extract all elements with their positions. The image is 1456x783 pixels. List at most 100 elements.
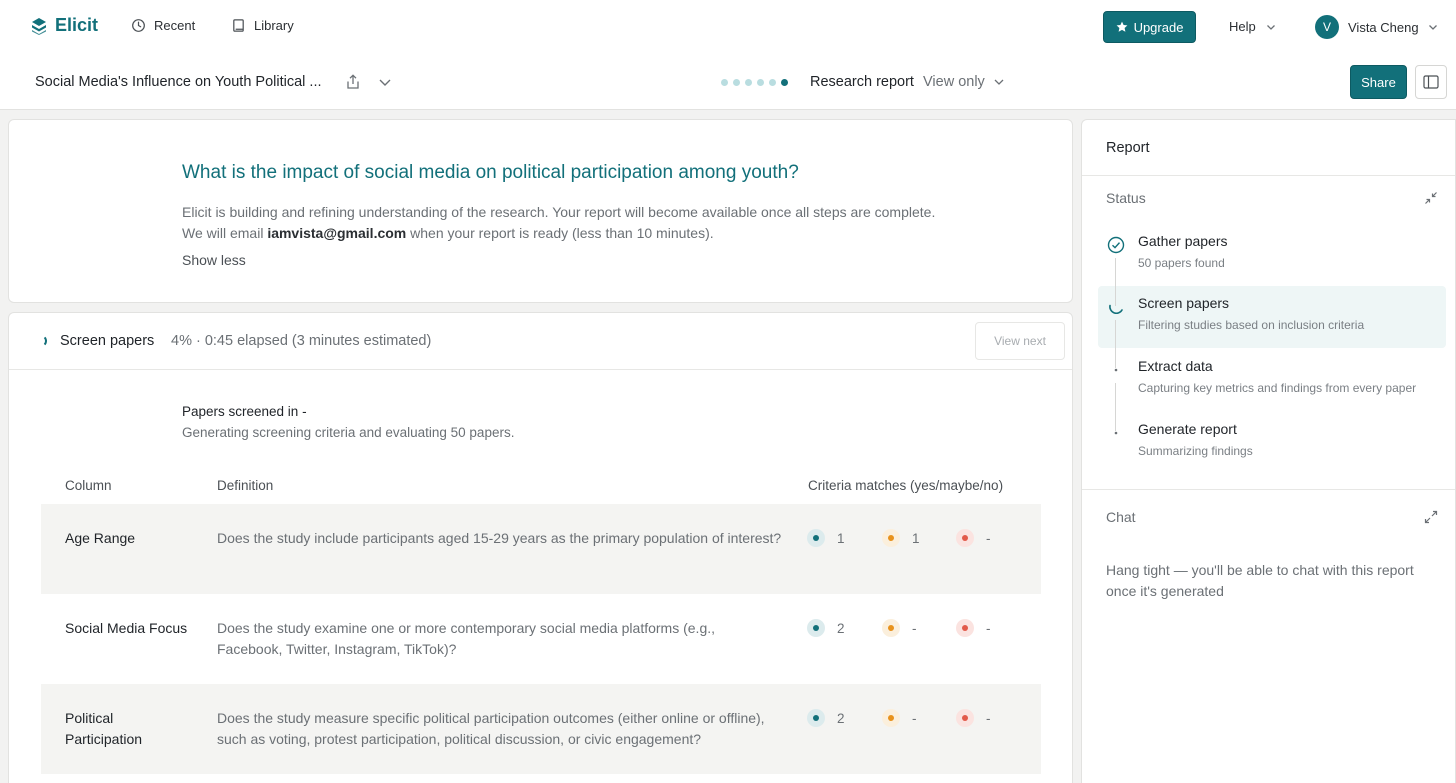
row-definition: Does the study examine one or more conte… — [217, 620, 716, 657]
help-menu[interactable]: Help — [1229, 19, 1276, 34]
loading-spinner-icon — [35, 335, 47, 347]
row-definition: Does the study include participants aged… — [217, 530, 782, 546]
nav-library-label: Library — [254, 18, 294, 33]
no-dot-icon — [956, 619, 974, 637]
brand-name: Elicit — [55, 15, 99, 35]
progress-dot — [721, 79, 728, 86]
match-maybe-count: - — [912, 620, 917, 636]
progress-dot — [781, 79, 788, 86]
share-button[interactable]: Share — [1350, 65, 1407, 99]
match-yes: 1 — [807, 529, 845, 547]
document-title[interactable]: Social Media's Influence on Youth Politi… — [35, 74, 322, 90]
match-no-count: - — [986, 710, 991, 726]
user-name: Vista Cheng — [1348, 19, 1419, 35]
panel-title: Report — [1106, 140, 1150, 156]
user-menu[interactable]: V Vista Cheng — [1315, 15, 1438, 39]
match-maybe: 1 — [882, 529, 920, 547]
match-yes: 2 — [807, 619, 845, 637]
chevron-down-icon[interactable] — [376, 73, 394, 91]
step-title: Extract data — [1138, 358, 1213, 374]
share-upload-icon[interactable] — [344, 73, 362, 91]
chevron-down-icon — [1266, 24, 1275, 30]
access-label: View only — [923, 74, 985, 90]
screen-papers-card: Screen papers 4% · 0:45 elapsed (3 minut… — [8, 312, 1073, 783]
chevron-down-icon — [994, 79, 1004, 85]
report-side-panel: Report Status Gather papers 50 papers fo… — [1081, 119, 1456, 783]
status-section-label: Status — [1106, 190, 1146, 206]
nav-recent-label: Recent — [154, 18, 196, 33]
progress-dot — [745, 79, 752, 86]
table-row[interactable]: Political Participation Does the study m… — [41, 684, 1041, 774]
step-connector — [1115, 258, 1116, 306]
screen-papers-header: Screen papers 4% · 0:45 elapsed (3 minut… — [9, 313, 1072, 370]
panel-toggle-button[interactable] — [1415, 65, 1447, 99]
user-email: iamvista@gmail.com — [267, 225, 407, 241]
step-gather-papers[interactable]: Gather papers 50 papers found — [1098, 224, 1446, 286]
table-row[interactable]: Age Range Does the study include partici… — [41, 504, 1041, 594]
divider — [1082, 489, 1455, 490]
match-no: - — [956, 619, 991, 637]
report-type-label: Research report — [810, 74, 914, 90]
nav-library[interactable]: Library — [231, 18, 294, 33]
progress-dot — [757, 79, 764, 86]
match-yes-count: 2 — [837, 620, 845, 636]
yes-dot-icon — [807, 709, 825, 727]
match-yes-count: 1 — [837, 530, 845, 546]
match-maybe: - — [882, 619, 917, 637]
elicit-logo-icon — [32, 17, 46, 35]
report-progress-dots — [721, 79, 788, 86]
step-title: Gather papers — [1138, 233, 1228, 249]
papers-screened-label: Papers screened in - — [182, 404, 307, 419]
view-next-button[interactable]: View next — [975, 322, 1065, 360]
chat-placeholder-text: Hang tight — you'll be able to chat with… — [1106, 562, 1414, 599]
collapse-icon[interactable] — [1424, 191, 1438, 205]
progress-dot — [733, 79, 740, 86]
top-nav: Elicit Recent Library Upgrade Help V Vis… — [0, 0, 1456, 54]
screen-papers-progress: 4% · 0:45 elapsed (3 minutes estimated) — [171, 333, 432, 349]
progress-dot — [769, 79, 776, 86]
expand-icon[interactable] — [1424, 510, 1438, 524]
document-toolbar: Social Media's Influence on Youth Politi… — [0, 54, 1456, 110]
chevron-down-icon — [1428, 25, 1437, 30]
check-circle-icon — [1107, 236, 1125, 254]
no-dot-icon — [956, 529, 974, 547]
header-definition: Definition — [217, 478, 274, 493]
research-question: What is the impact of social media on po… — [182, 162, 799, 183]
match-yes: 2 — [807, 709, 845, 727]
access-dropdown[interactable]: View only — [923, 74, 1005, 90]
elicit-logo[interactable]: Elicit — [30, 15, 98, 36]
step-extract-data[interactable]: Extract data Capturing key metrics and f… — [1098, 349, 1446, 411]
maybe-dot-icon — [882, 619, 900, 637]
loading-spinner-icon — [1109, 304, 1123, 314]
desc-after: when your report is ready (less than 10 … — [406, 225, 714, 241]
show-less-link[interactable]: Show less — [182, 252, 246, 268]
step-generate-report[interactable]: Generate report Summarizing findings — [1098, 412, 1446, 474]
upgrade-button[interactable]: Upgrade — [1103, 11, 1196, 43]
header-column: Column — [65, 478, 112, 493]
papers-screened-sub: Generating screening criteria and evalua… — [182, 425, 515, 440]
yes-dot-icon — [807, 529, 825, 547]
avatar: V — [1315, 15, 1339, 39]
book-icon — [233, 19, 244, 32]
row-column-name: Social Media Focus — [65, 620, 188, 636]
nav-recent[interactable]: Recent — [131, 18, 195, 33]
pending-dot-icon — [1114, 431, 1118, 435]
match-yes-count: 2 — [837, 710, 845, 726]
step-subtitle: Filtering studies based on inclusion cri… — [1138, 318, 1365, 332]
match-no-count: - — [986, 530, 991, 546]
step-connector — [1115, 320, 1116, 368]
table-row[interactable]: Social Media Focus Does the study examin… — [41, 594, 1041, 684]
step-title: Generate report — [1138, 421, 1237, 437]
no-dot-icon — [956, 709, 974, 727]
step-subtitle: Capturing key metrics and findings from … — [1138, 381, 1417, 395]
clock-icon — [132, 19, 145, 32]
match-maybe-count: - — [912, 710, 917, 726]
match-no-count: - — [986, 620, 991, 636]
yes-dot-icon — [807, 619, 825, 637]
question-card: What is the impact of social media on po… — [8, 119, 1073, 303]
sidebar-panel-icon — [1423, 75, 1439, 89]
help-label: Help — [1229, 19, 1256, 34]
screen-papers-title: Screen papers — [60, 333, 155, 349]
row-definition: Does the study measure specific politica… — [217, 710, 765, 747]
step-screen-papers[interactable]: Screen papers Filtering studies based on… — [1098, 286, 1446, 348]
